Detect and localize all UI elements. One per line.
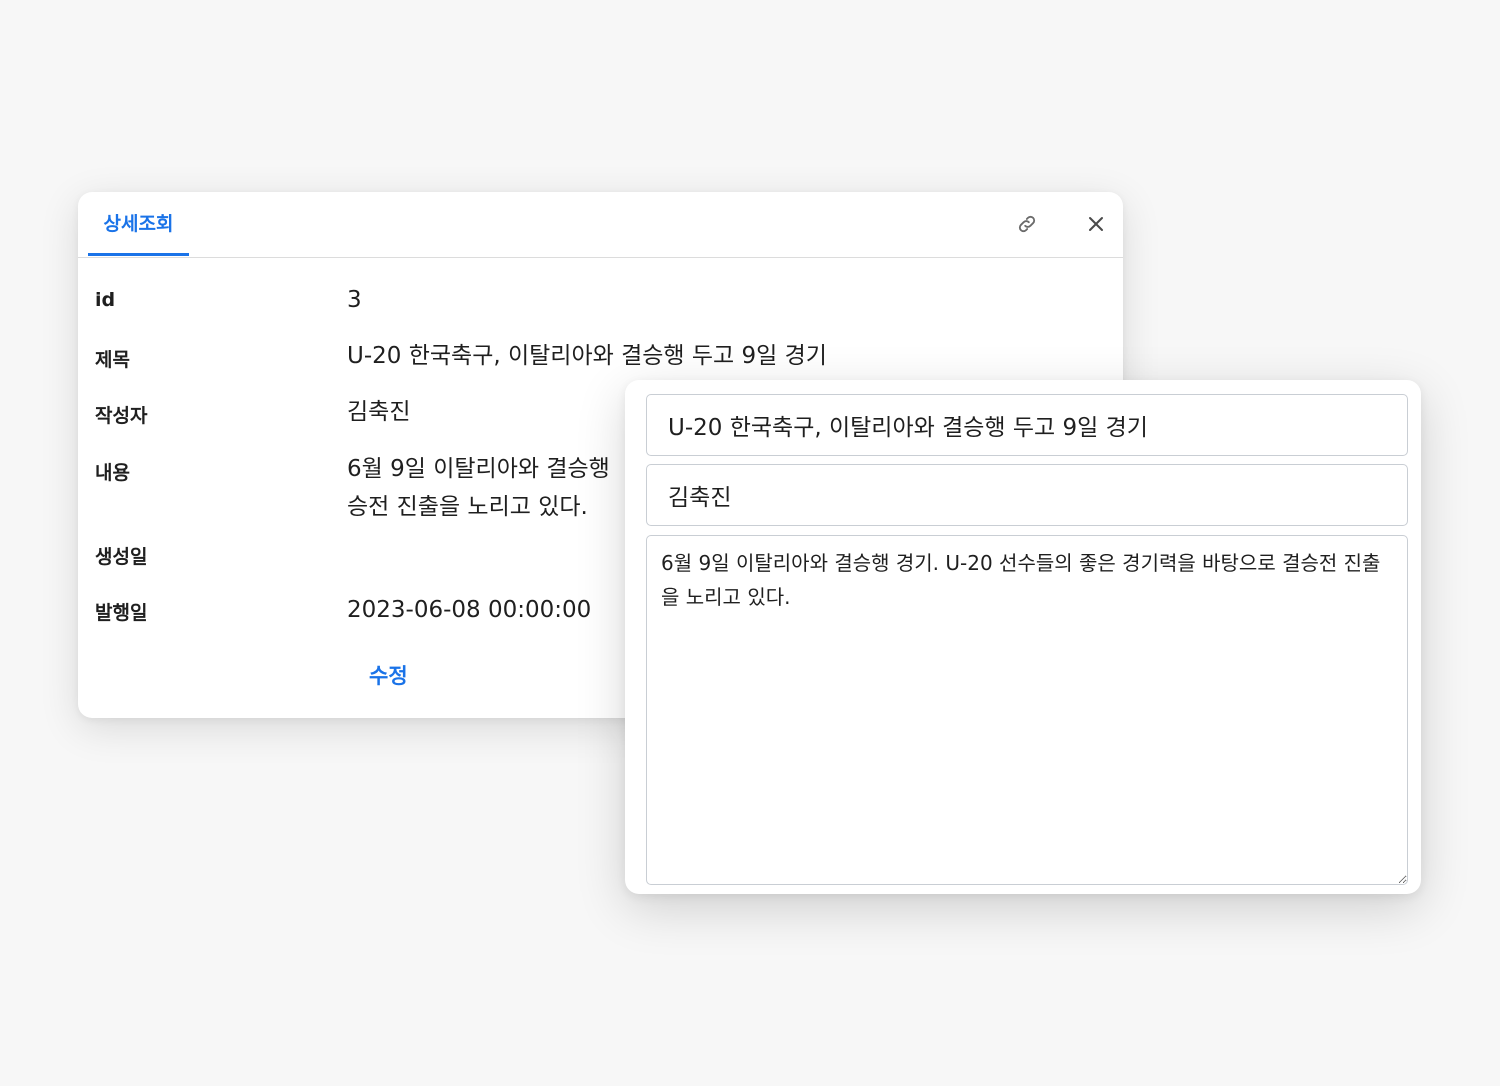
edit-button[interactable]: 수정 <box>369 660 408 690</box>
field-value-id: 3 <box>347 287 362 313</box>
field-value-author: 김축진 <box>347 399 411 425</box>
field-value-title: U-20 한국축구, 이탈리아와 결승행 두고 9일 경기 <box>347 343 827 369</box>
field-value-content: 6월 9일 이탈리아와 결승행 승전 진출을 노리고 있다. <box>347 456 610 520</box>
stage: 상세조회 id 3 제목 U-20 한국축구, 이탈리아와 결승행 두고 9일 … <box>0 0 1500 1086</box>
field-label-author: 작성자 <box>95 405 148 427</box>
field-label-content: 내용 <box>95 462 130 484</box>
field-label-id: id <box>95 289 116 311</box>
field-label-created: 생성일 <box>95 546 148 568</box>
author-input[interactable] <box>646 464 1408 526</box>
field-label-published: 발행일 <box>95 602 148 624</box>
edit-panel: 6월 9일 이탈리아와 결승행 경기. U-20 선수들의 좋은 경기력을 바탕… <box>625 380 1421 894</box>
field-value-published: 2023-06-08 00:00:00 <box>347 597 592 623</box>
link-icon[interactable] <box>1013 210 1041 238</box>
title-input[interactable] <box>646 394 1408 456</box>
tab-detail[interactable]: 상세조회 <box>88 192 189 256</box>
panel-header: 상세조회 <box>78 192 1123 258</box>
field-label-title: 제목 <box>95 349 130 371</box>
content-textarea[interactable]: 6월 9일 이탈리아와 결승행 경기. U-20 선수들의 좋은 경기력을 바탕… <box>646 535 1408 885</box>
close-icon[interactable] <box>1082 210 1110 238</box>
